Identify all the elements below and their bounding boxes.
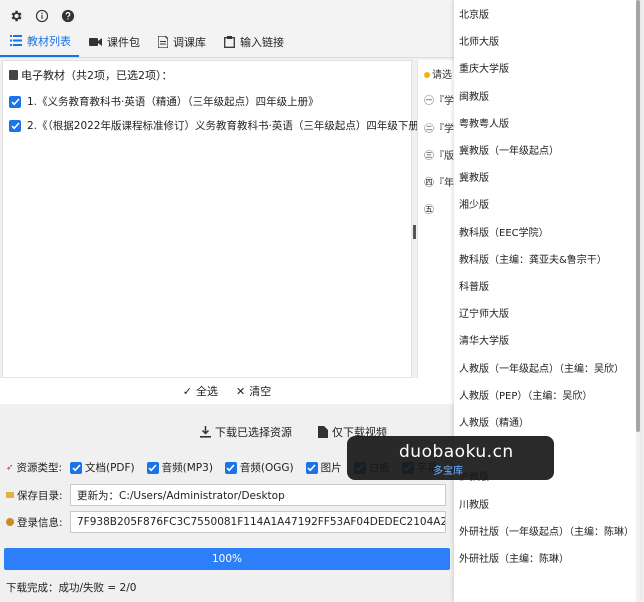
resource-type-label: ➶ 资源类型:: [6, 462, 63, 474]
dropdown-option[interactable]: 科普版: [459, 278, 489, 293]
tab-textbook-list[interactable]: 教材列表: [0, 31, 79, 57]
save-dir-row: 保存目录: 更新为：C:/Users/Administrator/Desktop: [6, 484, 446, 506]
dropdown-option[interactable]: 北师大版: [459, 33, 499, 48]
folder-icon: [6, 492, 14, 498]
dropdown-option[interactable]: 教科版（主编：龚亚夫&鲁宗干）: [459, 251, 607, 266]
watermark-name: 多宝库: [433, 466, 463, 477]
dropdown-option[interactable]: 人教版（一年级起点）（主编：吴欣）: [459, 360, 624, 375]
list-item[interactable]: ㊃『年: [424, 174, 454, 189]
dropdown-option[interactable]: 外研社版（一年级起点）（主编：陈琳）: [459, 523, 634, 538]
download-selected-button[interactable]: 下载已选择资源: [200, 424, 292, 440]
login-token-input[interactable]: 7F938B205F876FC3C7550081F114A1A47192FF53…: [70, 511, 446, 533]
textbook-list-pane: 电子教材（共2项，已选2项）： 1.《义务教育教科书·英语（精通）（三年级起点）…: [2, 60, 429, 378]
save-dir-input[interactable]: 更新为：C:/Users/Administrator/Desktop: [70, 484, 446, 506]
tab-lesson-library[interactable]: 调课库: [148, 31, 214, 57]
dropdown-option[interactable]: 辽宁师大版: [459, 305, 509, 320]
dropdown-option[interactable]: 湘少版: [459, 196, 489, 211]
document-icon: [158, 35, 168, 48]
textbook-icon: [9, 70, 18, 80]
bulb-icon: [424, 72, 430, 78]
tab-label: 输入链接: [240, 35, 284, 49]
watermark-overlay: duobaoku.cn 多宝库: [347, 436, 554, 480]
publisher-dropdown-list[interactable]: 北京版北师大版重庆大学版闽教版粤教粤人版冀教版（一年级起点） 冀教版湘少版教科版（…: [454, 0, 640, 602]
pane-splitter-handle[interactable]: [413, 225, 416, 239]
dropdown-option[interactable]: 北京版: [459, 6, 489, 21]
gear-icon[interactable]: [8, 8, 24, 24]
login-row: 登录信息: 7F938B205F876FC3C7550081F114A1A471…: [6, 511, 446, 533]
tab-label: 课件包: [107, 35, 140, 49]
list-item[interactable]: ㊄: [424, 201, 434, 216]
checkbox-checked-icon[interactable]: [9, 119, 21, 132]
list-item[interactable]: 1.《义务教育教科书·英语（精通）（三年级起点）四年级上册》: [9, 94, 319, 109]
close-icon: ✕: [236, 384, 246, 398]
select-all-button[interactable]: ✓ 全选: [183, 383, 218, 399]
info-icon[interactable]: [34, 8, 50, 24]
checkbox-checked-icon[interactable]: [9, 95, 21, 108]
dropdown-option[interactable]: 外研社版（主编：陈琳）: [459, 550, 569, 565]
checkbox-checked-icon[interactable]: [224, 461, 237, 474]
dropdown-scrollbar[interactable]: [636, 0, 640, 602]
option-ogg[interactable]: 音频(OGG): [224, 460, 294, 475]
checkbox-checked-icon[interactable]: [305, 461, 318, 474]
progress-bar: 100%: [4, 548, 450, 570]
clear-button[interactable]: ✕ 清空: [236, 383, 271, 399]
dropdown-option[interactable]: 粤教粤人版: [459, 115, 509, 130]
list-item[interactable]: ㊁『学: [424, 120, 454, 135]
dropdown-option[interactable]: 人教版（精通）: [459, 414, 529, 429]
watermark-domain: duobaoku.cn: [399, 442, 514, 462]
hint-text: 请选: [424, 66, 452, 81]
file-icon: [318, 426, 328, 438]
pane-title: 电子教材（共2项，已选2项）：: [9, 67, 173, 83]
clipboard-icon: [224, 35, 235, 48]
user-icon: [6, 518, 14, 526]
checkbox-checked-icon[interactable]: [146, 461, 159, 474]
list-icon: [10, 35, 22, 46]
tab-input-link[interactable]: 输入链接: [214, 31, 292, 57]
list-item[interactable]: ㊂『版: [424, 147, 454, 162]
tab-courseware[interactable]: 课件包: [79, 31, 148, 57]
login-label: 登录信息:: [6, 515, 70, 530]
checkbox-checked-icon[interactable]: [70, 461, 82, 474]
dropdown-option[interactable]: 重庆大学版: [459, 60, 509, 75]
selection-bar: ✓ 全选 ✕ 清空: [0, 378, 454, 404]
save-dir-label: 保存目录:: [6, 488, 70, 503]
video-icon: [89, 37, 102, 46]
dropdown-option[interactable]: 人教版（PEP）（主编：吴欣）: [459, 387, 592, 402]
tab-bar: 教材列表 课件包 调课库 输入链接: [0, 32, 454, 58]
tab-label: 调课库: [173, 35, 206, 49]
dropdown-option[interactable]: 川教版: [459, 496, 489, 511]
top-toolbar: [0, 0, 454, 32]
dropdown-option[interactable]: 教科版（EEC学院）: [459, 224, 549, 239]
list-item[interactable]: 2.《（根据2022年版课程标准修订）义务教育教科书·英语（三年级起点）四年级下…: [9, 118, 429, 133]
option-mp3[interactable]: 音频(MP3): [146, 460, 213, 475]
detail-pane: 请选 ㊀『学 ㊁『学 ㊂『版 ㊃『年 ㊄: [417, 60, 454, 400]
option-image[interactable]: 图片: [305, 460, 342, 475]
download-icon: [200, 426, 211, 438]
list-item[interactable]: ㊀『学: [424, 92, 454, 107]
dropdown-option[interactable]: 闽教版: [459, 88, 489, 103]
progress-text: 100%: [211, 553, 243, 565]
dropdown-option[interactable]: 冀教版（一年级起点）: [459, 142, 559, 157]
scrollbar-thumb[interactable]: [636, 0, 640, 432]
check-icon: ✓: [182, 384, 192, 398]
status-text: 下载完成：成功/失败 = 2/0: [6, 582, 137, 594]
dropdown-option[interactable]: 冀教版: [459, 169, 489, 184]
tab-label: 教材列表: [27, 34, 71, 48]
help-icon[interactable]: [60, 8, 76, 24]
rocket-icon: ➶: [6, 462, 14, 473]
dropdown-option[interactable]: 清华大学版: [459, 332, 509, 347]
option-pdf[interactable]: 文档(PDF): [70, 460, 135, 475]
